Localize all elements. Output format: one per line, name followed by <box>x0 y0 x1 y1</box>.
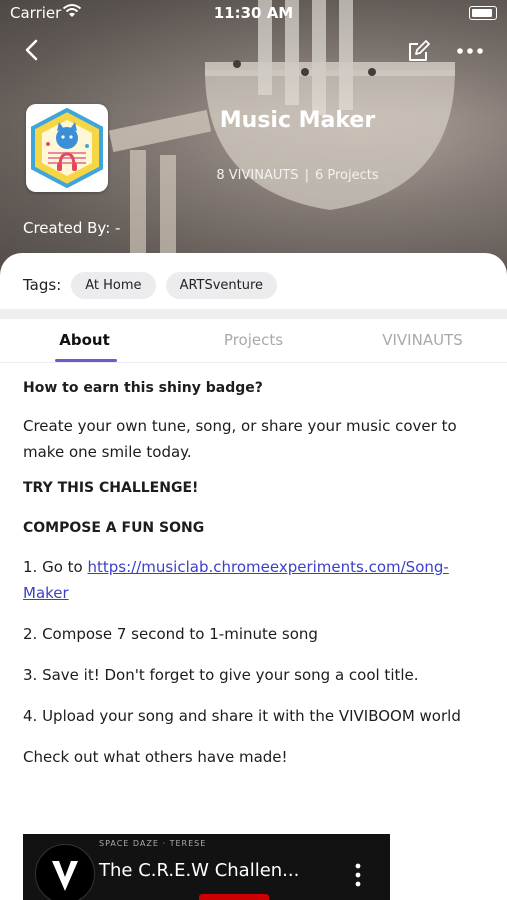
about-content: How to earn this shiny badge? Create you… <box>23 380 488 785</box>
about-intro: Create your own tune, song, or share you… <box>23 417 457 461</box>
tags-row: Tags: At Home ARTSventure <box>23 270 287 300</box>
active-tab-indicator <box>55 359 117 362</box>
tag-chip[interactable]: At Home <box>71 271 156 299</box>
tag-chip[interactable]: ARTSventure <box>165 271 278 299</box>
chevron-left-icon[interactable] <box>18 36 46 64</box>
vivinauts-count[interactable]: 8 VIVINAUTS <box>216 168 298 183</box>
compose-heading: COMPOSE A FUN SONG <box>23 520 205 536</box>
page-title: Music Maker <box>219 108 376 133</box>
more-vertical-icon[interactable] <box>353 862 363 888</box>
video-embed[interactable]: SPACE DAZE · TERESE The C.R.E.W Challen.… <box>23 834 390 900</box>
play-button[interactable] <box>199 894 269 900</box>
video-title[interactable]: The C.R.E.W Challen... <box>99 860 299 881</box>
channel-logo-icon <box>35 844 95 900</box>
about-question: How to earn this shiny badge? <box>23 380 263 396</box>
status-bar: Carrier 11:30 AM <box>0 0 507 28</box>
step-2: 2. Compose 7 second to 1-minute song <box>23 625 318 643</box>
video-channel-text: SPACE DAZE · TERESE <box>99 839 207 848</box>
step-3: 3. Save it! Don't forget to give your so… <box>23 666 419 684</box>
step-1-prefix: 1. Go to <box>23 558 88 576</box>
step-1: 1. Go to https://musiclab.chromeexperime… <box>23 554 488 606</box>
about-outro: Check out what others have made! <box>23 748 288 766</box>
badge-stats: 8 VIVINAUTS | 6 Projects <box>170 168 425 183</box>
challenge-heading: TRY THIS CHALLENGE! <box>23 480 199 496</box>
clock: 11:30 AM <box>213 4 294 22</box>
edit-icon[interactable] <box>405 37 433 65</box>
tags-label: Tags: <box>23 276 62 294</box>
badge-image <box>26 104 108 192</box>
tab-about[interactable]: About <box>0 331 169 349</box>
tab-vivinauts[interactable]: VIVINAUTS <box>338 331 507 349</box>
stats-separator: | <box>304 168 309 183</box>
tab-projects[interactable]: Projects <box>169 331 338 349</box>
battery-icon <box>469 6 497 20</box>
step-4: 4. Upload your song and share it with th… <box>23 707 461 725</box>
section-divider <box>0 309 507 319</box>
more-horizontal-icon[interactable] <box>455 37 485 65</box>
tab-bar: About Projects VIVINAUTS <box>0 320 507 363</box>
projects-count[interactable]: 6 Projects <box>315 168 379 183</box>
song-maker-link[interactable]: https://musiclab.chromeexperiments.com/S… <box>23 558 449 602</box>
created-by-label: Created By: - <box>23 219 121 237</box>
